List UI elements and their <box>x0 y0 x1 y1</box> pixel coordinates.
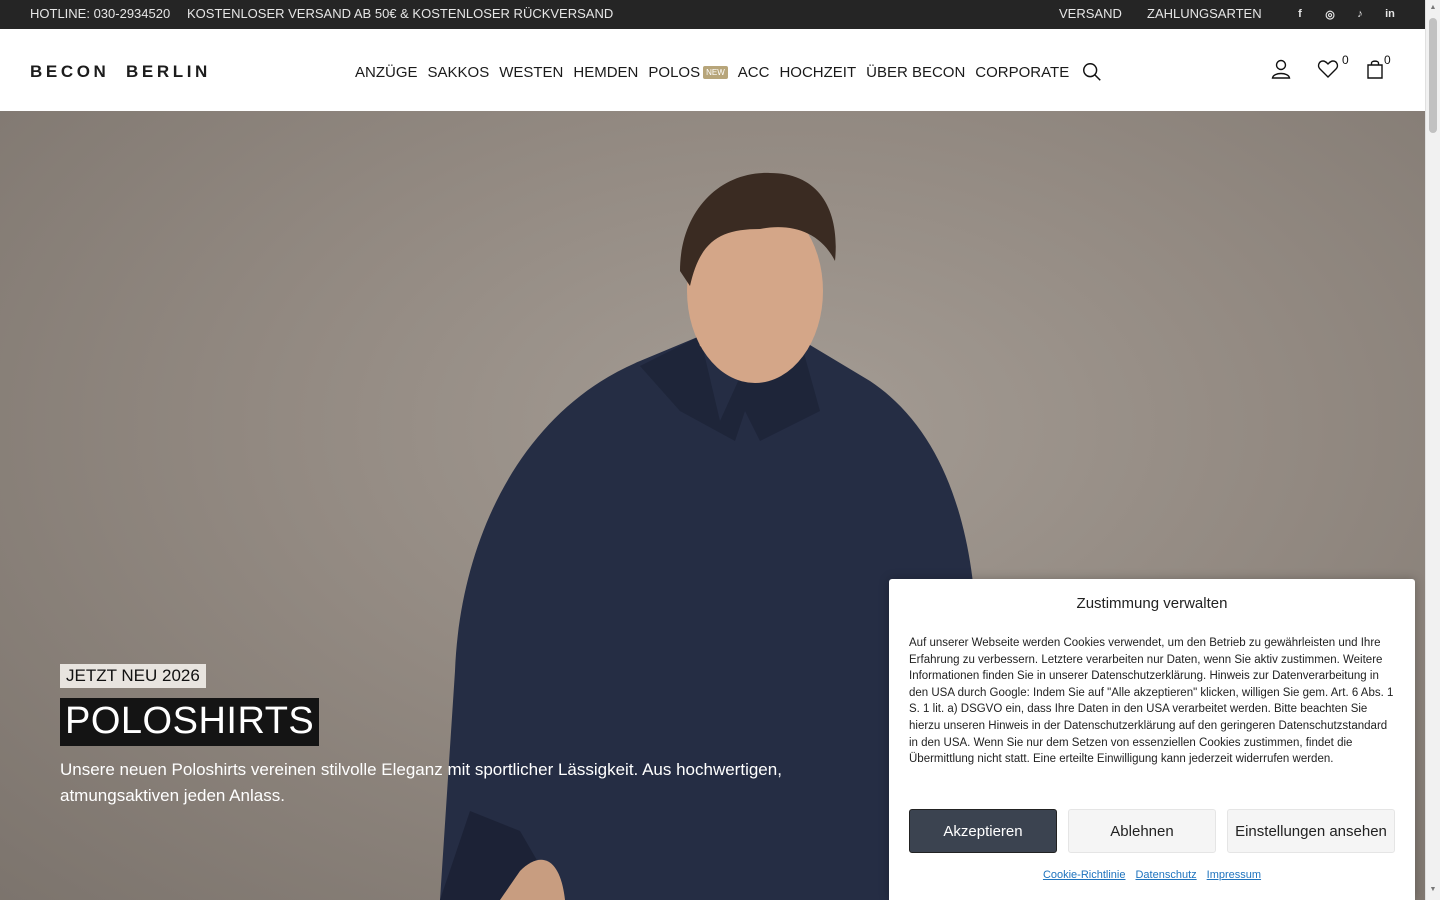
nav-item-acc[interactable]: ACC <box>738 64 770 81</box>
scrollbar-thumb[interactable] <box>1429 18 1437 133</box>
nav-item-westen[interactable]: WESTEN <box>499 64 563 81</box>
cookie-links: Cookie-Richtlinie Datenschutz Impressum <box>889 869 1415 881</box>
wishlist-heart-icon[interactable] <box>1316 57 1340 81</box>
site-header: BECON BERLIN ANZÜGE SAKKOS WESTEN HEMDEN… <box>0 29 1425 111</box>
zahlungsarten-link[interactable]: ZAHLUNGSARTEN <box>1147 6 1262 21</box>
decline-button[interactable]: Ablehnen <box>1068 809 1216 853</box>
versand-link[interactable]: VERSAND <box>1059 6 1122 21</box>
account-icon[interactable] <box>1269 57 1293 81</box>
scroll-up-arrow-icon[interactable]: ▲ <box>1429 4 1437 12</box>
cookie-title: Zustimmung verwalten <box>1076 595 1228 612</box>
nav-item-sakkos[interactable]: SAKKOS <box>428 64 490 81</box>
main-nav: ANZÜGE SAKKOS WESTEN HEMDEN POLOS NEW AC… <box>355 61 1103 83</box>
nav-item-hemden[interactable]: HEMDEN <box>573 64 638 81</box>
page-scrollbar[interactable]: ▲ ▼ <box>1425 0 1440 900</box>
hero-description: Unsere neuen Poloshirts vereinen stilvol… <box>60 760 782 805</box>
accept-button[interactable]: Akzeptieren <box>909 809 1057 853</box>
nav-item-corporate[interactable]: CORPORATE <box>975 64 1069 81</box>
cookie-policy-link[interactable]: Cookie-Richtlinie <box>1043 869 1126 881</box>
instagram-icon[interactable]: ◎ <box>1323 7 1337 21</box>
tiktok-icon[interactable]: ♪ <box>1353 7 1367 21</box>
new-badge: NEW <box>703 65 728 79</box>
imprint-link[interactable]: Impressum <box>1207 869 1261 881</box>
facebook-icon[interactable]: f <box>1293 7 1307 21</box>
cookie-text: Auf unserer Webseite werden Cookies verw… <box>909 637 1394 766</box>
nav-item-polos[interactable]: POLOS NEW <box>648 63 728 81</box>
site-logo[interactable]: BECON BERLIN <box>30 62 211 82</box>
scroll-down-arrow-icon[interactable]: ▼ <box>1429 886 1437 894</box>
nav-item-polos-label: POLOS <box>648 63 701 81</box>
privacy-link[interactable]: Datenschutz <box>1135 869 1196 881</box>
wishlist-count: 0 <box>1342 53 1349 67</box>
hero-title: POLOSHIRTS <box>60 698 320 746</box>
cart-count: 0 <box>1384 53 1391 67</box>
nav-item-anzuege[interactable]: ANZÜGE <box>355 64 418 81</box>
hero-eyebrow: JETZT NEU 2026 <box>60 664 206 688</box>
cookie-consent-dialog: Zustimmung verwalten Auf unserer Webseit… <box>889 579 1415 900</box>
hotline-text: HOTLINE: 030-2934520 <box>30 6 171 21</box>
search-icon[interactable] <box>1081 61 1103 83</box>
nav-item-ueber-becon[interactable]: ÜBER BECON <box>866 64 965 81</box>
linkedin-icon[interactable]: in <box>1383 7 1397 21</box>
top-bar: HOTLINE: 030-2934520 KOSTENLOSER VERSAND… <box>0 0 1425 29</box>
view-settings-button[interactable]: Einstellungen ansehen <box>1227 809 1395 853</box>
shipping-info: KOSTENLOSER VERSAND AB 50€ & KOSTENLOSER… <box>187 6 614 21</box>
nav-item-hochzeit[interactable]: HOCHZEIT <box>779 64 856 81</box>
